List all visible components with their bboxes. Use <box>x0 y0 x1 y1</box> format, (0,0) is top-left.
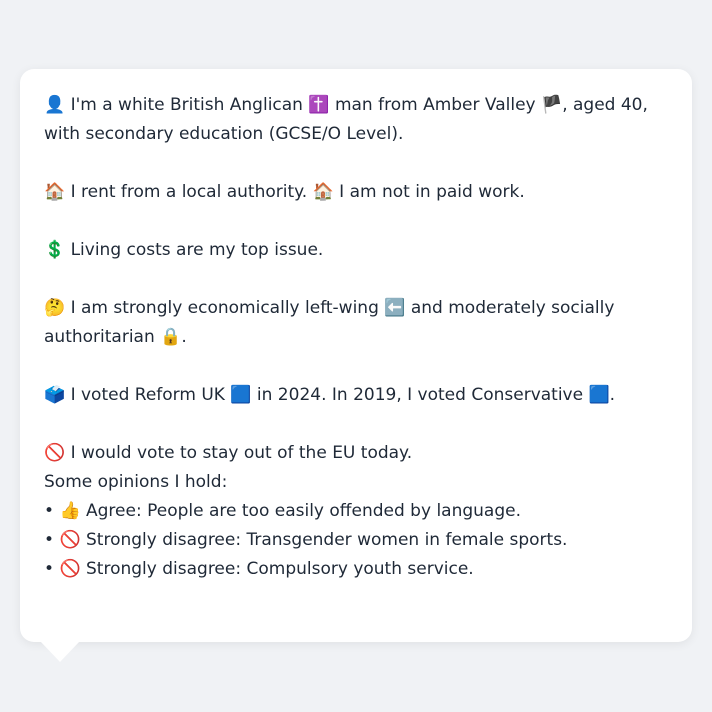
bullet: • <box>44 559 55 579</box>
issue-paragraph: 💲 Living costs are my top issue. <box>44 236 668 265</box>
issue-text: Living costs are my top issue. <box>70 240 324 260</box>
politics-paragraph: 🤔 I am strongly economically left-wing ⬅… <box>44 294 668 352</box>
ballot-box-icon: 🗳️ <box>44 385 66 405</box>
identity-paragraph: 👤 I'm a white British Anglican ✝️ man fr… <box>44 91 668 149</box>
bullet: • <box>44 530 55 550</box>
prohibited-icon: 🚫 <box>59 559 81 579</box>
prohibited-icon: 🚫 <box>59 530 81 550</box>
bullet: • <box>44 501 55 521</box>
opinion-text: Agree: People are too easily offended by… <box>86 501 521 521</box>
politics-text-c: . <box>181 327 187 347</box>
list-item: • 👍 Agree: People are too easily offende… <box>44 497 668 526</box>
eu-paragraph: 🚫 I would vote to stay out of the EU tod… <box>44 439 668 468</box>
blue-square-icon: 🟦 <box>230 385 252 405</box>
opinion-text: Strongly disagree: Transgender women in … <box>86 530 568 550</box>
vote-text-b: in 2024. In 2019, I voted Conservative <box>256 385 584 405</box>
house-icon: 🏠 <box>312 182 334 202</box>
person-icon: 👤 <box>44 95 66 115</box>
opinions-section: Some opinions I hold: • 👍 Agree: People … <box>44 468 668 584</box>
persona-message-bubble: 👤 I'm a white British Anglican ✝️ man fr… <box>20 69 692 642</box>
cross-icon: ✝️ <box>308 95 330 115</box>
identity-text-b: man from Amber Valley <box>334 95 536 115</box>
opinion-list: • 👍 Agree: People are too easily offende… <box>44 497 668 584</box>
identity-text-a: I'm a white British Anglican <box>70 95 303 115</box>
list-item: • 🚫 Strongly disagree: Compulsory youth … <box>44 555 668 584</box>
thinking-face-icon: 🤔 <box>44 298 66 318</box>
thumbs-up-icon: 👍 <box>59 501 81 521</box>
dollar-icon: 💲 <box>44 240 66 260</box>
housing-text-b: I am not in paid work. <box>339 182 525 202</box>
eu-text: I would vote to stay out of the EU today… <box>70 443 413 463</box>
housing-paragraph: 🏠 I rent from a local authority. 🏠 I am … <box>44 178 668 207</box>
england-flag-icon: 🏴 <box>541 95 563 115</box>
bubble-tail <box>40 641 80 662</box>
prohibited-icon: 🚫 <box>44 443 66 463</box>
left-arrow-icon: ⬅️ <box>384 298 406 318</box>
opinions-title: Some opinions I hold: <box>44 472 228 492</box>
vote-paragraph: 🗳️ I voted Reform UK 🟦 in 2024. In 2019,… <box>44 381 668 410</box>
list-item: • 🚫 Strongly disagree: Transgender women… <box>44 526 668 555</box>
vote-text-a: I voted Reform UK <box>70 385 225 405</box>
politics-text-a: I am strongly economically left-wing <box>70 298 379 318</box>
vote-text-c: . <box>609 385 616 405</box>
blue-square-icon: 🟦 <box>588 385 610 405</box>
house-icon: 🏠 <box>44 182 66 202</box>
lock-icon: 🔒 <box>160 327 182 347</box>
housing-text-a: I rent from a local authority. <box>70 182 308 202</box>
opinion-text: Strongly disagree: Compulsory youth serv… <box>86 559 474 579</box>
